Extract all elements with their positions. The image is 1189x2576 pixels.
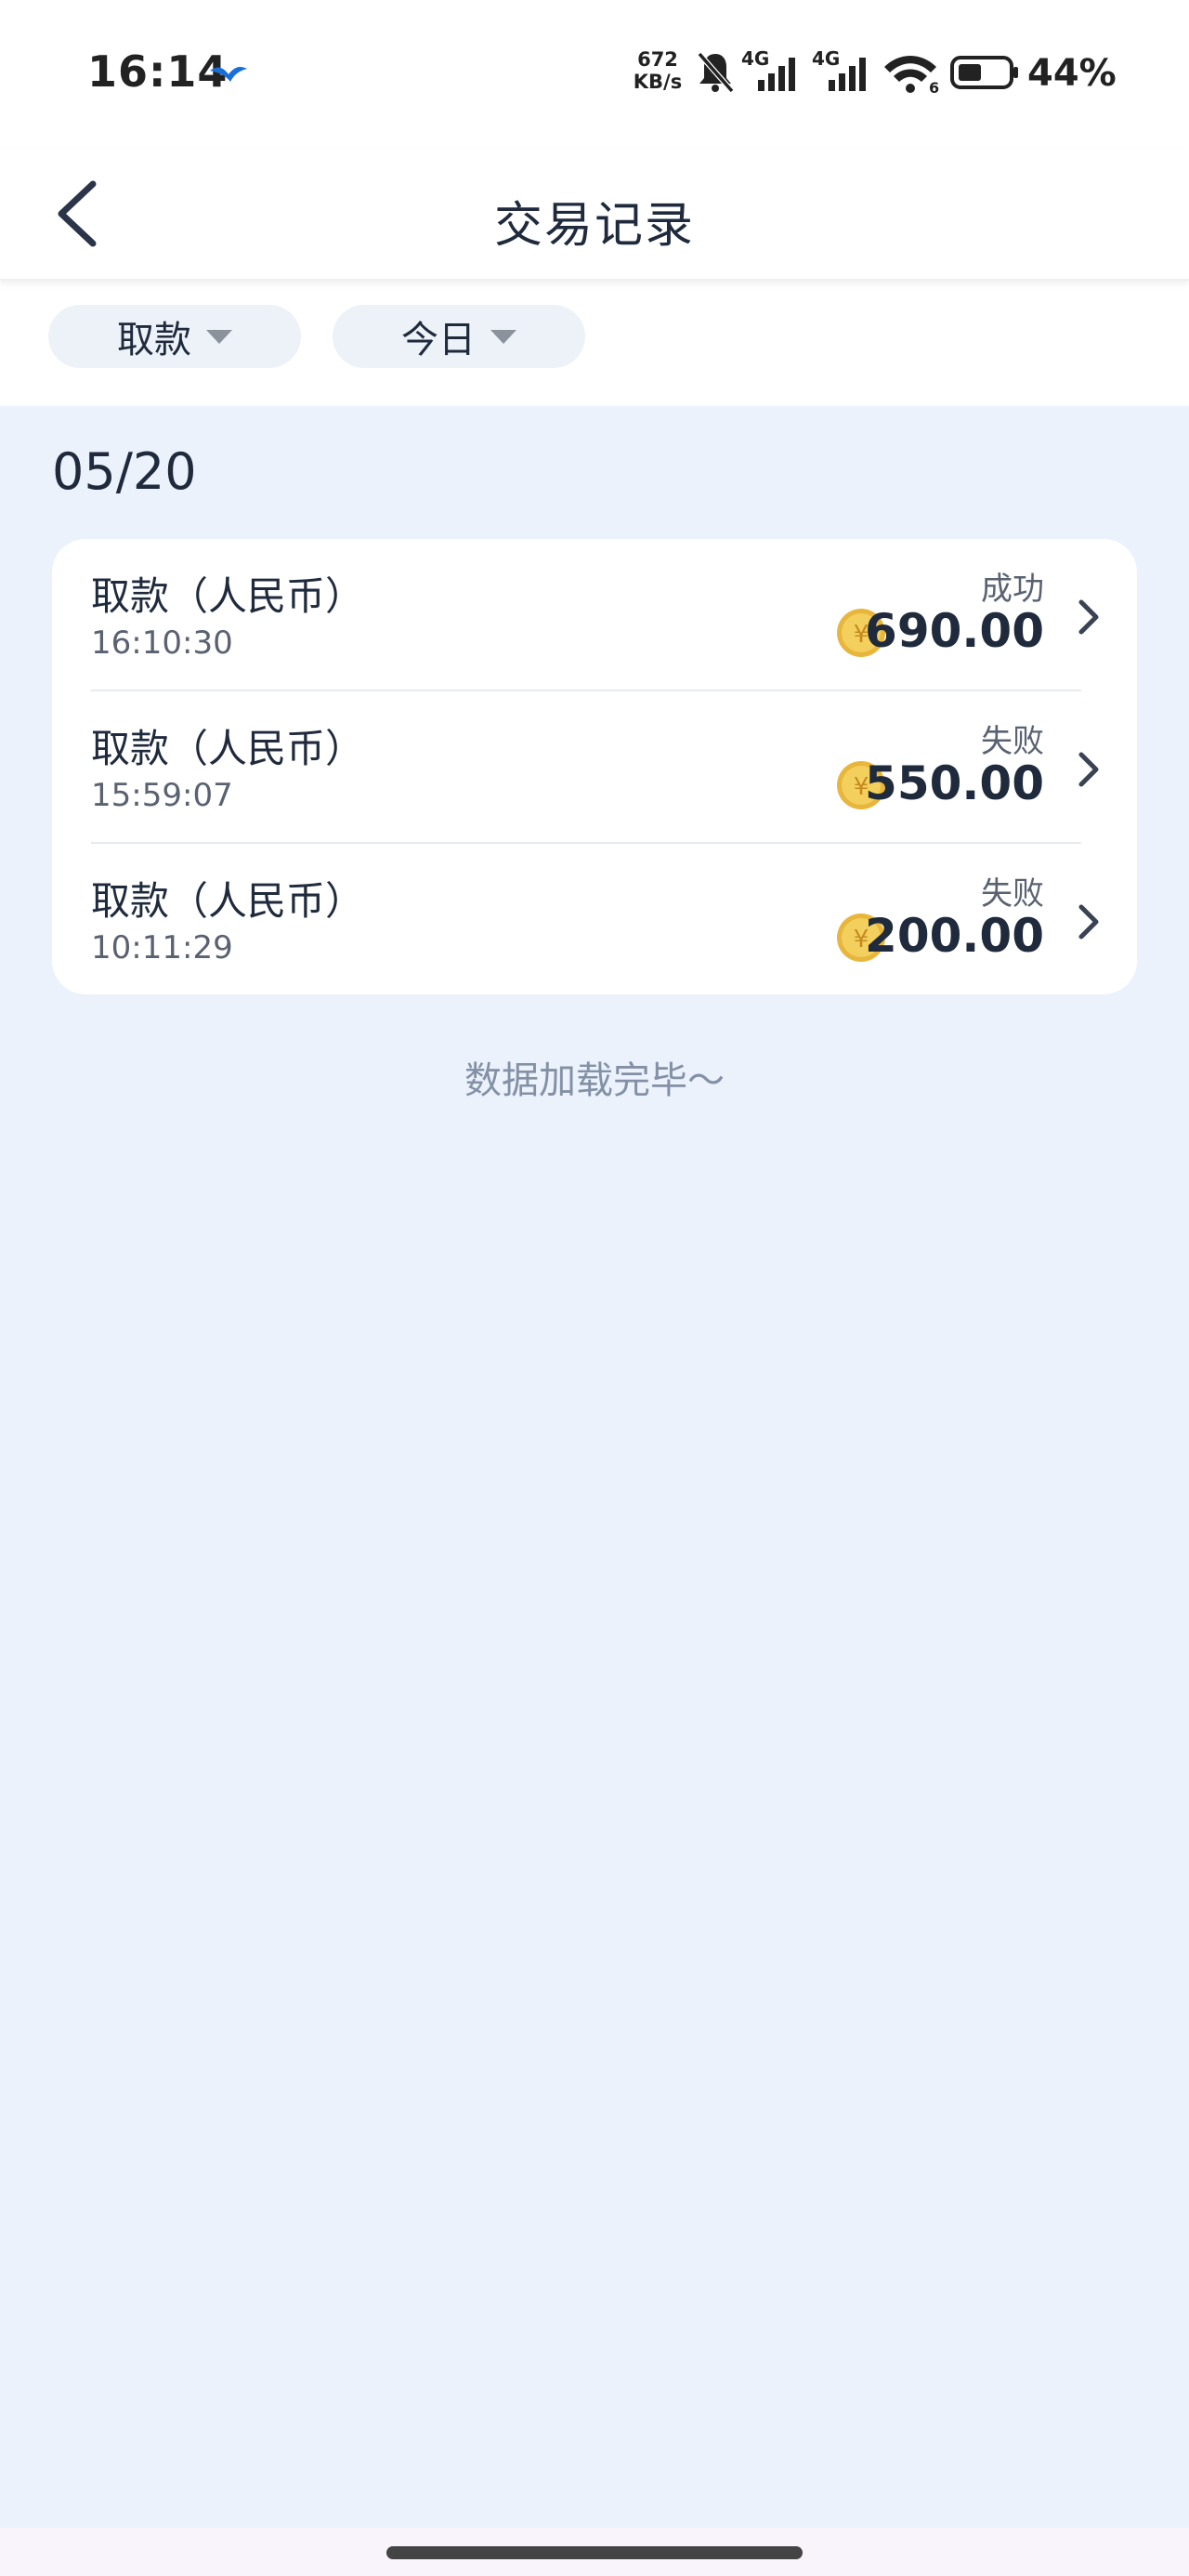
type-filter-label: 取款 <box>117 319 191 361</box>
svg-text:4G: 4G <box>741 48 769 70</box>
signal-icon: 4G <box>741 48 795 91</box>
status-time: 16:14 <box>87 46 229 97</box>
transaction-title: 取款（人民币） <box>91 878 365 924</box>
app-header: 交易记录 <box>0 149 1189 281</box>
bird-icon <box>210 67 247 82</box>
chevron-right-icon <box>1078 904 1099 940</box>
transaction-title: 取款（人民币） <box>91 726 365 771</box>
battery-icon <box>950 56 1018 89</box>
caret-down-icon <box>206 329 232 344</box>
type-filter-dropdown[interactable]: 取款 <box>48 305 301 368</box>
transaction-amount: 690.00 <box>865 604 1044 658</box>
transaction-row[interactable]: 取款（人民币） 15:59:07 失败 ¥ 550.00 <box>52 691 1137 844</box>
date-filter-label: 今日 <box>401 319 476 361</box>
load-complete-text: 数据加载完毕～ <box>464 1059 725 1102</box>
svg-text:4G: 4G <box>812 48 840 70</box>
wifi-icon: 6 <box>884 56 939 95</box>
network-speed: 672 KB/s <box>633 48 683 93</box>
transaction-amount: 200.00 <box>865 909 1044 963</box>
chevron-right-icon <box>1078 599 1099 635</box>
transaction-status: 失败 <box>981 875 1044 913</box>
transaction-row[interactable]: 取款（人民币） 16:10:30 成功 ¥ 690.00 <box>52 539 1137 691</box>
transaction-status: 成功 <box>981 571 1044 608</box>
transaction-row[interactable]: 取款（人民币） 10:11:29 失败 ¥ 200.00 <box>52 844 1137 996</box>
transaction-time: 10:11:29 <box>91 929 233 966</box>
signal-icon-2: 4G <box>812 48 866 91</box>
home-indicator[interactable] <box>386 2546 803 2559</box>
transaction-time: 16:10:30 <box>91 624 233 662</box>
system-nav-bar <box>0 2528 1189 2576</box>
date-filter-dropdown[interactable]: 今日 <box>333 305 585 368</box>
page-title: 交易记录 <box>493 198 695 254</box>
transaction-status: 失败 <box>981 723 1044 760</box>
transaction-list: 取款（人民币） 16:10:30 成功 ¥ 690.00 取款（人民币） 15:… <box>52 539 1137 994</box>
caret-down-icon <box>490 329 516 344</box>
status-bar: 16:14 672 KB/s 4G 4G 6 44% <box>0 0 1189 149</box>
transaction-title: 取款（人民币） <box>91 573 365 619</box>
bell-muted-icon <box>697 52 735 93</box>
svg-text:6: 6 <box>929 79 939 95</box>
transaction-amount: 550.00 <box>865 756 1044 810</box>
section-date: 05/20 <box>52 442 197 501</box>
transaction-time: 15:59:07 <box>91 777 233 814</box>
chevron-right-icon <box>1078 752 1099 787</box>
battery-percentage: 44% <box>1027 52 1117 95</box>
